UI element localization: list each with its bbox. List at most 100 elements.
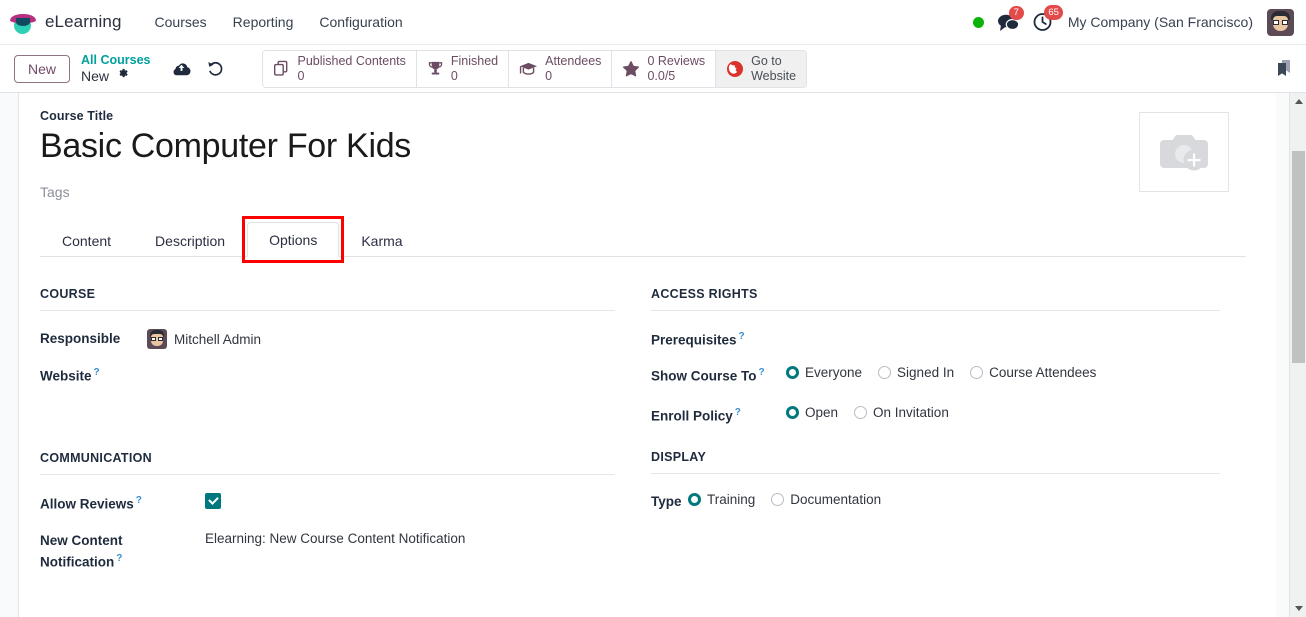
form-sheet: Course Title Basic Computer For Kids Tag… xyxy=(19,93,1276,617)
radio-label: Course Attendees xyxy=(989,365,1097,381)
bookmark-icon[interactable] xyxy=(1274,58,1294,80)
field-value-responsible[interactable]: Mitchell Admin xyxy=(174,332,261,347)
radio-option-signed-in[interactable]: Signed In xyxy=(878,365,954,380)
stat-button-published-contents[interactable]: Published Contents 0 xyxy=(263,50,417,87)
tab-content[interactable]: Content xyxy=(40,223,133,257)
gear-icon[interactable] xyxy=(116,67,129,84)
field-responsible: Responsible Mitchell Admin xyxy=(40,329,615,351)
radio-option-everyone[interactable]: Everyone xyxy=(786,365,862,380)
field-label-allow-reviews: Allow Reviews xyxy=(40,496,134,512)
radio-input[interactable] xyxy=(878,366,892,380)
help-tooltip-icon[interactable]: ? xyxy=(759,367,765,378)
form-viewport: Course Title Basic Computer For Kids Tag… xyxy=(0,93,1306,617)
stat-button-reviews[interactable]: 0 Reviews 0.0/5 xyxy=(612,50,717,87)
stat-value: 0 xyxy=(545,68,553,83)
tab-description[interactable]: Description xyxy=(133,223,247,257)
allow-reviews-checkbox[interactable] xyxy=(205,493,221,510)
stat-value: 0.0/5 xyxy=(647,68,676,83)
stat-button-finished[interactable]: Finished 0 xyxy=(416,50,510,87)
star-icon xyxy=(622,60,640,77)
top-navbar: eLearning Courses Reporting Configuratio… xyxy=(0,0,1306,45)
help-tooltip-icon[interactable]: ? xyxy=(116,553,122,564)
group-title-course: COURSE xyxy=(40,287,615,312)
control-panel: New All Courses New Published Contents 0… xyxy=(0,45,1306,93)
stat-button-attendees[interactable]: Attendees 0 xyxy=(509,50,613,87)
options-tab-panel: COURSE Responsible Mitchell Admin Websit… xyxy=(40,257,1246,587)
messages-button[interactable]: 7 xyxy=(997,5,1024,32)
stat-label: 0 Reviews xyxy=(647,53,706,68)
radio-option-training[interactable]: Training xyxy=(688,492,755,507)
radio-option-documentation[interactable]: Documentation xyxy=(771,492,881,507)
group-course: COURSE Responsible Mitchell Admin Websit… xyxy=(40,287,615,387)
radio-input[interactable] xyxy=(786,366,799,380)
navbar-right-tools: 7 65 My Company (San Francisco) xyxy=(972,5,1294,36)
radio-label: Training xyxy=(707,492,756,508)
record-actions xyxy=(172,61,224,77)
field-label-type: Type xyxy=(651,494,682,510)
menu-item-courses[interactable]: Courses xyxy=(142,8,220,36)
radio-input[interactable] xyxy=(970,366,984,380)
right-column: ACCESS RIGHTS Prerequisites? Show Course… xyxy=(643,287,1246,587)
field-label-show-course-to: Show Course To xyxy=(651,368,757,384)
radio-label: On Invitation xyxy=(873,405,949,421)
activities-count-badge: 65 xyxy=(1043,5,1064,20)
course-image-upload[interactable] xyxy=(1139,112,1229,192)
course-title-label: Course Title xyxy=(40,109,114,123)
radio-input[interactable] xyxy=(786,406,799,420)
cloud-upload-icon[interactable] xyxy=(172,61,191,76)
field-prerequisites: Prerequisites? xyxy=(651,329,1220,351)
camera-add-icon xyxy=(1160,135,1208,171)
stat-label: Finished xyxy=(450,53,499,68)
radio-option-course-attendees[interactable]: Course Attendees xyxy=(970,365,1096,380)
title-row: Course Title Basic Computer For Kids Tag… xyxy=(40,109,1246,200)
radio-input[interactable] xyxy=(688,493,701,507)
go-to-website-button[interactable]: Go to Website xyxy=(716,50,807,87)
field-label-prerequisites: Prerequisites xyxy=(651,332,737,348)
menu-item-configuration[interactable]: Configuration xyxy=(306,8,415,36)
radio-input[interactable] xyxy=(771,493,785,507)
help-tooltip-icon[interactable]: ? xyxy=(136,495,142,506)
radio-input[interactable] xyxy=(854,406,868,420)
company-switcher[interactable]: My Company (San Francisco) xyxy=(1068,14,1253,30)
user-avatar-icon[interactable] xyxy=(1267,8,1294,36)
group-access-rights: ACCESS RIGHTS Prerequisites? Show Course… xyxy=(651,287,1220,427)
activities-button[interactable]: 65 xyxy=(1033,5,1064,32)
radio-option-open[interactable]: Open xyxy=(786,405,838,420)
field-label-website: Website xyxy=(40,368,92,384)
field-show-course-to: Show Course To? Everyone Signed In Cours… xyxy=(651,365,1220,387)
stat-label: Attendees xyxy=(545,53,602,68)
tags-input[interactable]: Tags xyxy=(40,184,1139,200)
user-avatar-icon xyxy=(147,329,167,350)
scroll-up-arrow-icon[interactable] xyxy=(1290,93,1306,110)
brand-home-link[interactable]: eLearning xyxy=(10,10,122,34)
radio-option-on-invitation[interactable]: On Invitation xyxy=(854,405,949,420)
help-tooltip-icon[interactable]: ? xyxy=(94,367,100,378)
copy-pages-icon xyxy=(273,60,290,77)
sheet-left-gutter xyxy=(0,93,19,617)
menu-item-reporting[interactable]: Reporting xyxy=(220,8,307,36)
help-tooltip-icon[interactable]: ? xyxy=(739,331,745,342)
tab-karma[interactable]: Karma xyxy=(339,223,424,257)
group-communication: COMMUNICATION Allow Reviews? New Content… xyxy=(40,451,615,573)
undo-icon[interactable] xyxy=(207,61,224,77)
app-name: eLearning xyxy=(45,12,122,31)
scroll-down-arrow-icon[interactable] xyxy=(1290,600,1306,617)
field-type: Type Training Documentation xyxy=(651,492,1220,514)
go-to-website-line1: Go to xyxy=(751,54,782,69)
help-tooltip-icon[interactable]: ? xyxy=(735,407,741,418)
field-label-responsible: Responsible xyxy=(40,331,121,347)
radio-label: Open xyxy=(805,405,839,421)
tab-options[interactable]: Options xyxy=(247,222,340,258)
field-value-new-content-notification[interactable]: Elearning: New Course Content Notificati… xyxy=(205,529,465,546)
course-title-input[interactable]: Basic Computer For Kids xyxy=(40,127,1139,165)
presence-status-icon[interactable] xyxy=(972,16,984,28)
go-to-website-line2: Website xyxy=(751,68,797,83)
field-label-new-content-notification-line1: New Content xyxy=(40,533,123,549)
graduation-cap-icon xyxy=(10,10,36,34)
vertical-scrollbar[interactable] xyxy=(1289,93,1306,617)
scrollbar-thumb[interactable] xyxy=(1292,151,1305,363)
globe-icon xyxy=(726,60,744,78)
new-record-button[interactable]: New xyxy=(14,54,71,83)
breadcrumb-parent-link[interactable]: All Courses xyxy=(81,53,150,67)
field-enroll-policy: Enroll Policy? Open On Invitation xyxy=(651,405,1220,427)
